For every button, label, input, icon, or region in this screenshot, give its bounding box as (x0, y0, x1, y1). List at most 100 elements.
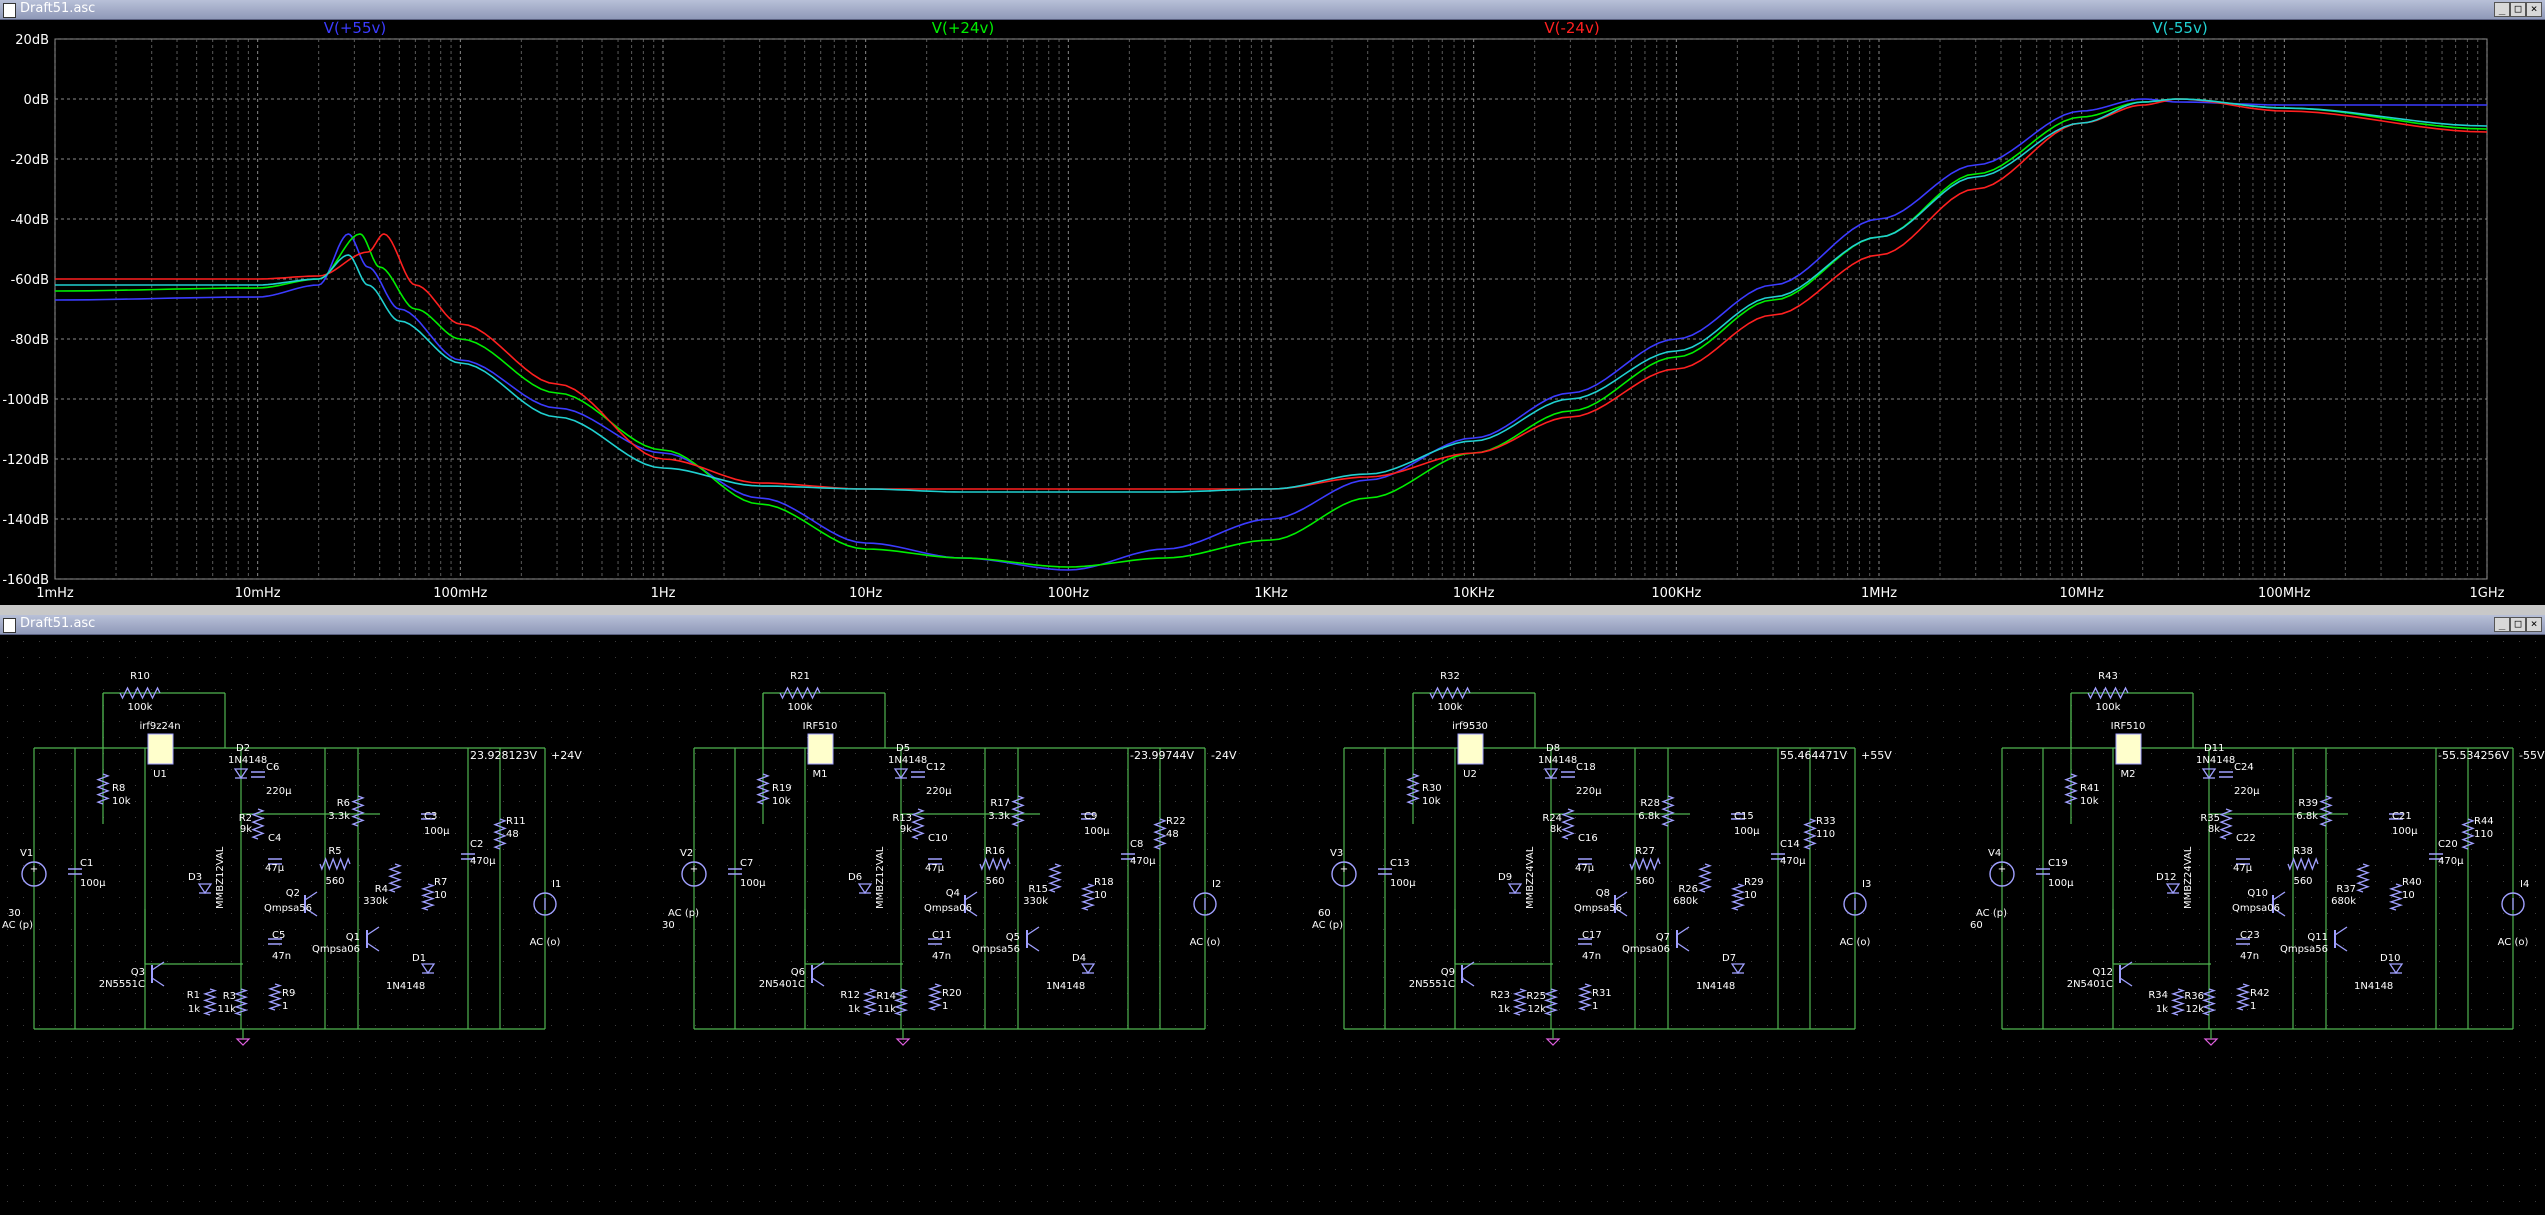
label-r-gate-val: 10k (2080, 796, 2099, 807)
label-cap-c-val: 47n (272, 951, 291, 962)
label-R28: R28 (1640, 798, 1660, 809)
label-r-e-val: 680k (2331, 896, 2356, 907)
label-cap-c-val: 47n (1582, 951, 1601, 962)
label-R35: R35 (2200, 813, 2220, 824)
minimize-button[interactable]: _ (2494, 617, 2510, 632)
label-r-g-val: 12k (2185, 1004, 2204, 1015)
label-I2: I2 (1212, 879, 1221, 890)
label-mos-val: IRF510 (2111, 721, 2146, 732)
label-Q9: Q9 (1441, 967, 1455, 978)
minimize-button[interactable]: _ (2494, 2, 2510, 17)
label-r-f-val: 1k (1498, 1004, 1510, 1015)
label-diode-a-val: 1N4148 (1538, 755, 1577, 766)
label-R5: R5 (328, 846, 341, 857)
close-button[interactable]: × (2526, 2, 2542, 17)
label-I4: I4 (2520, 879, 2529, 890)
y-tick-label: -60dB (11, 273, 49, 288)
y-tick-label: -120dB (2, 453, 49, 468)
close-button[interactable]: × (2526, 617, 2542, 632)
label-C3: C3 (424, 811, 437, 822)
label-diode-a-val: 1N4148 (888, 755, 927, 766)
label-R11: R11 (506, 816, 526, 827)
rail-label: -55V (2519, 749, 2545, 762)
waveform-titlebar[interactable]: Draft51.asc _ □ × (0, 0, 2545, 20)
label-C5: C5 (272, 930, 285, 941)
label-R1: R1 (187, 990, 200, 1001)
label-isrc-val: AC (o) (1190, 937, 1221, 948)
label-r-c-val: 6.8k (1638, 811, 1660, 822)
label-C7: C7 (740, 858, 753, 869)
maximize-button[interactable]: □ (2510, 2, 2526, 17)
label-q-c-val: 2N5401C (759, 979, 805, 990)
waveform-window[interactable]: Draft51.asc _ □ × 1mHz 10mHz 100mHz 1Hz 10Hz… (0, 0, 2545, 605)
mosfet-U1 (147, 733, 174, 765)
label-r-e-val: 330k (1023, 896, 1048, 907)
label-Q12: Q12 (2092, 967, 2113, 978)
label-R13: R13 (892, 813, 912, 824)
label-C18: C18 (1576, 762, 1596, 773)
label-C8: C8 (1130, 839, 1143, 850)
label-C2: C2 (470, 839, 483, 850)
label-C13: C13 (1390, 858, 1410, 869)
label-Q10: Q10 (2247, 888, 2268, 899)
x-tick-label: 10KHz (1453, 586, 1495, 601)
legend-V24v: V(-24v) (1544, 19, 1599, 37)
schematic-titlebar[interactable]: Draft51.asc _ □ × (0, 615, 2545, 635)
label-q-a-val: Qmpsa06 (924, 903, 972, 914)
label-U2: U2 (1463, 769, 1477, 780)
label-C24: C24 (2234, 762, 2254, 773)
label-r-top-val: 100k (2096, 702, 2121, 713)
label-D8: D8 (1546, 743, 1560, 754)
label-q-a-val: Qmpsa56 (1574, 903, 1622, 914)
node-voltage-label: 23.928123V (470, 749, 537, 762)
label-Q1: Q1 (346, 932, 360, 943)
x-tick-label: 100Hz (1048, 586, 1090, 601)
label-R43: R43 (2098, 671, 2118, 682)
label-r-d-val: 560 (325, 876, 344, 887)
legend-V55v: V(+55v) (324, 19, 387, 37)
bode-plot[interactable]: 1mHz 10mHz 100mHz 1Hz 10Hz 100Hz 1KHz 10KHz 100K… (0, 19, 2545, 605)
label-I3: I3 (1862, 879, 1871, 890)
label-R38: R38 (2293, 846, 2313, 857)
label-r-load-val: 48 (506, 829, 519, 840)
label-R10: R10 (130, 671, 150, 682)
label-r-d-val: 560 (2293, 876, 2312, 887)
label-V3: V3 (1330, 848, 1343, 859)
node-voltage-label: -55.534256V (2438, 749, 2509, 762)
label-R27: R27 (1635, 846, 1655, 857)
x-tick-label: 10Hz (849, 586, 882, 601)
label-C9: C9 (1084, 811, 1097, 822)
label-r-g-val: 11k (877, 1004, 896, 1015)
label-D4: D4 (1072, 953, 1086, 964)
label-q-b-val: Qmpsa06 (1622, 944, 1670, 955)
label-R22: R22 (1166, 816, 1186, 827)
label-Q3: Q3 (131, 967, 145, 978)
x-tick-label: 1Hz (651, 586, 676, 601)
label-C15: C15 (1734, 811, 1754, 822)
label-src-val2: AC (p) (2, 920, 33, 931)
label-C21: C21 (2392, 811, 2412, 822)
document-icon (3, 3, 16, 18)
label-R16: R16 (985, 846, 1005, 857)
schematic-canvas[interactable]: +V130AC (p)C1100µR10100kirf9z24nU1R810kD… (0, 634, 2545, 1215)
label-diode-b-val: 1N4148 (1046, 981, 1085, 992)
label-cap-d-val: 100µ (1084, 826, 1110, 837)
label-diode-b-val: 1N4148 (2354, 981, 2393, 992)
label-D1: D1 (412, 953, 426, 964)
label-cap-c-val: 47n (932, 951, 951, 962)
label-src-val1: AC (p) (1976, 908, 2007, 919)
label-R8: R8 (112, 783, 125, 794)
label-q-c-val: 2N5401C (2067, 979, 2113, 990)
label-r-load-val: 110 (1816, 829, 1835, 840)
label-R9: R9 (282, 988, 295, 999)
maximize-button[interactable]: □ (2510, 617, 2526, 632)
label-cap-e-val: 470µ (470, 856, 496, 867)
schematic-window[interactable]: Draft51.asc _ □ × + V1 30 AC (p) C1 100µ R10 10… (0, 615, 2545, 1215)
label-D11: D11 (2204, 743, 2224, 754)
label-Q6: Q6 (791, 967, 805, 978)
x-tick-label: 1MHz (1861, 586, 1897, 601)
label-r-b-val: 1 (942, 1001, 948, 1012)
label-r-b-val: 1 (2250, 1001, 2256, 1012)
y-tick-label: -80dB (11, 333, 49, 348)
label-R25: R25 (1526, 991, 1546, 1002)
